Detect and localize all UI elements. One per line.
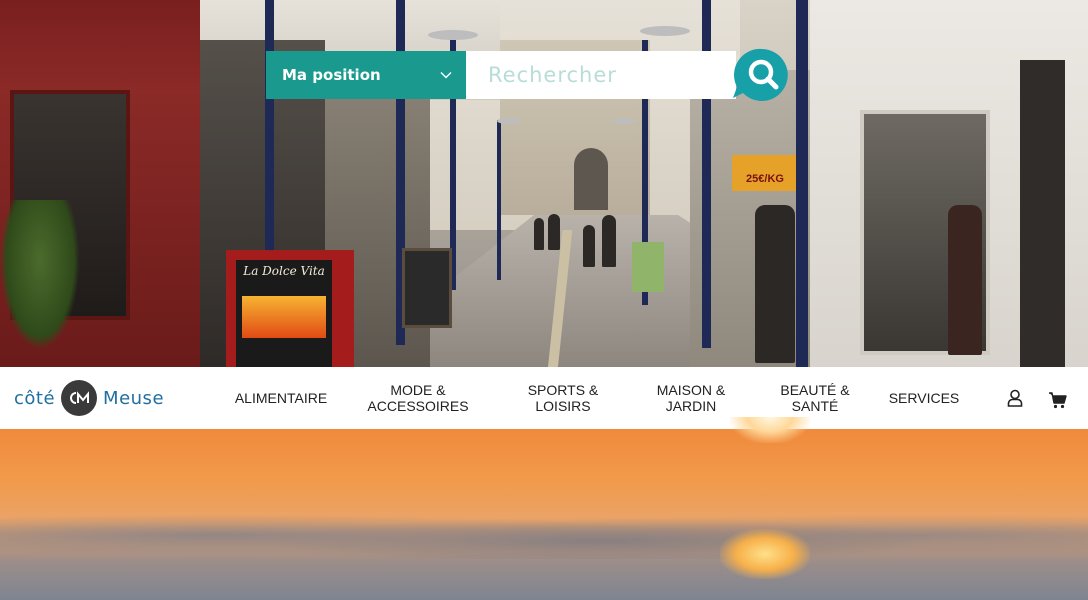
nav-label-line1: MODE & [390,382,446,398]
search-button[interactable] [731,46,789,102]
site-logo[interactable]: côté Meuse [14,378,164,418]
street-pole [265,0,274,250]
menu-board: La Dolce Vita [226,250,354,367]
nav-label: SERVICES [888,390,960,406]
nav-label-line2: SANTÉ [791,398,839,414]
hero-price-sign-text: 25€/KG [746,173,784,185]
green-sign [632,242,664,292]
nav-label-line1: MAISON & [656,382,726,398]
logo-word-meuse: Meuse [103,387,165,409]
position-select[interactable]: Ma position [266,51,466,99]
nav-label-line2: JARDIN [665,398,717,414]
nav-label-line2: LOISIRS [535,398,591,414]
pedestrian [755,205,795,363]
hero-plant [0,200,80,350]
menu-board-title: La Dolce Vita [243,264,325,278]
pedestrian [602,215,616,267]
search-bar: Ma position [266,51,736,99]
nav-label-line1: SPORTS & [527,382,599,398]
pedestrian [583,225,595,267]
logo-word-cote: côté [14,387,56,409]
street-lamp [497,118,521,124]
hero-right-door [1020,60,1065,367]
hero-arch [574,148,608,210]
position-select-label: Ma position [282,66,381,84]
chevron-down-icon [440,72,452,79]
sunset-banner [0,417,1088,600]
pedestrian [548,214,560,250]
cart-icon[interactable] [1048,390,1068,410]
hero-price-sign: 25€/KG [732,155,798,191]
sun-glow [730,417,810,443]
nav-sports-loisirs[interactable]: SPORTS & LOISIRS [508,367,618,429]
nav-label-line2: ACCESSOIRES [367,398,469,414]
street-lamp [612,118,636,124]
user-icon[interactable] [1005,388,1025,408]
street-lamp [428,30,478,40]
sun-reflection [720,529,810,579]
nav-services[interactable]: SERVICES [876,367,972,429]
nav-alimentaire[interactable]: ALIMENTAIRE [226,367,336,429]
street-pole [796,0,808,367]
nav-label: ALIMENTAIRE [234,390,328,406]
pedestrian [948,205,982,355]
nav-label-line1: BEAUTÉ & [780,382,850,398]
blurred-waves [0,499,1088,559]
street-pole [497,120,501,280]
street-lamp [640,26,690,36]
pedestrian [534,218,544,250]
logo-mark [61,380,98,416]
logo-cm-icon [70,391,90,404]
search-input[interactable] [466,51,736,99]
nav-mode-accessoires[interactable]: MODE & ACCESSOIRES [356,367,480,429]
chalk-board [402,248,452,328]
